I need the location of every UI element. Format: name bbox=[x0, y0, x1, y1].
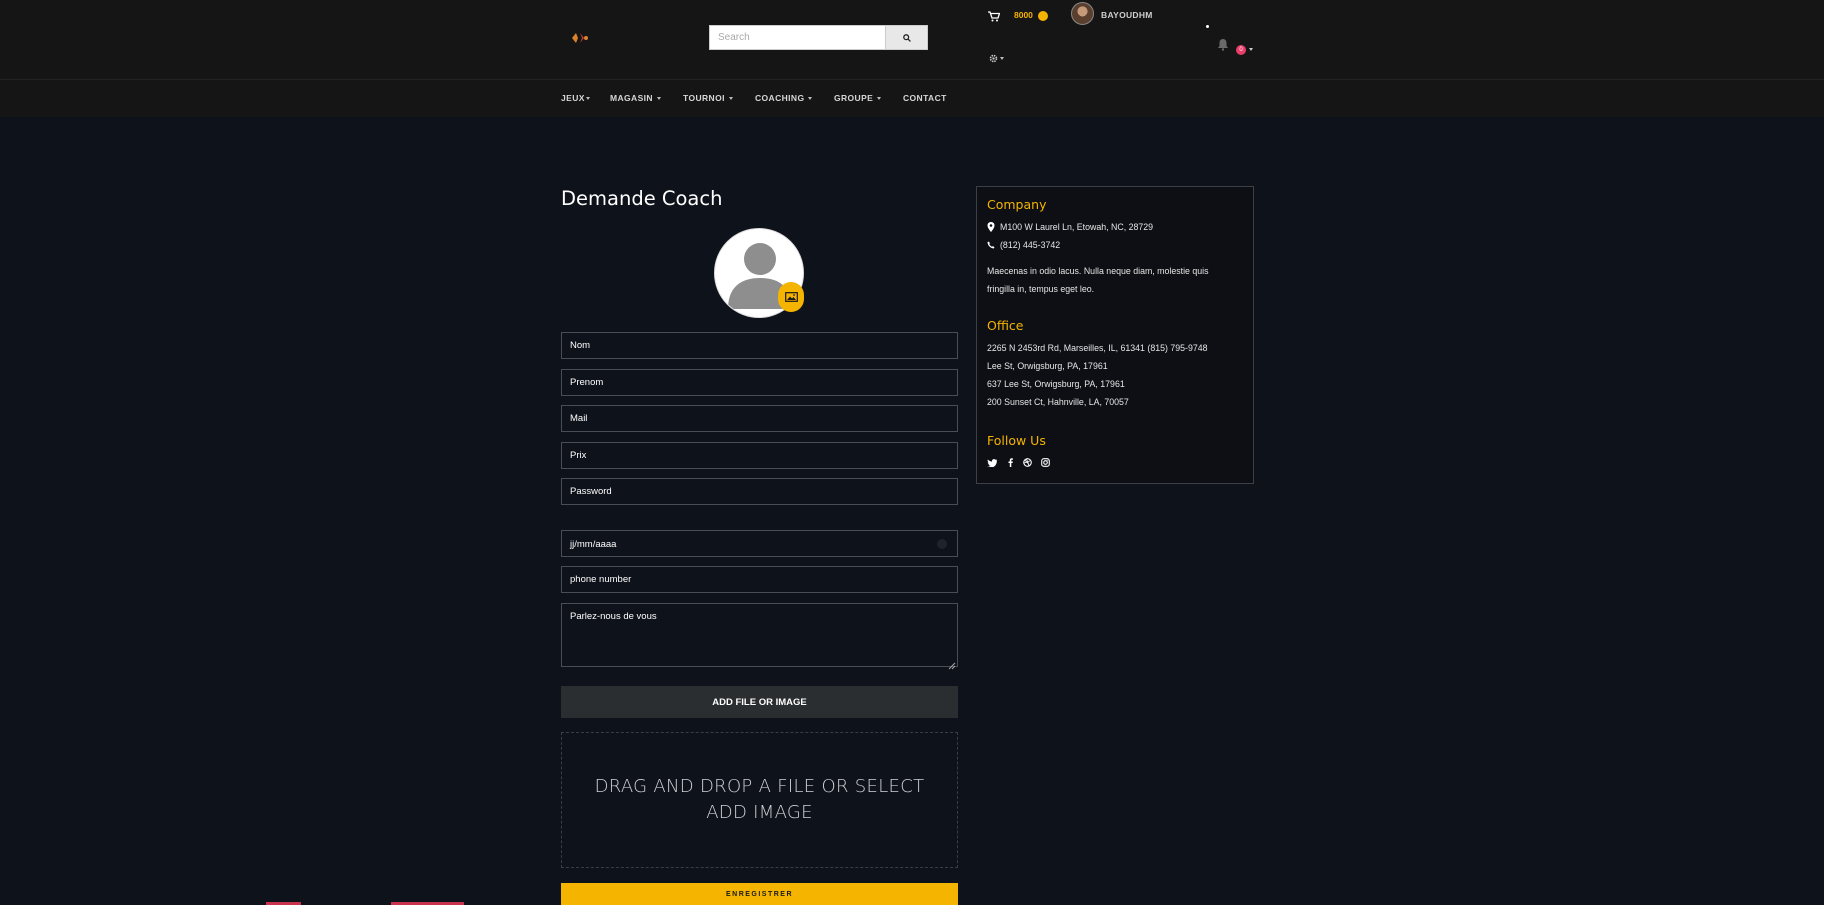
company-phone: (812) 445-3742 bbox=[987, 240, 1060, 250]
chevron-down-icon bbox=[877, 96, 882, 100]
about-textarea[interactable] bbox=[561, 603, 958, 667]
nav-item-label: JEUX bbox=[561, 93, 585, 103]
follow-heading: Follow Us bbox=[987, 433, 1046, 448]
search-button[interactable] bbox=[885, 26, 927, 49]
prix-field[interactable] bbox=[561, 442, 958, 469]
cart-icon[interactable] bbox=[988, 9, 1002, 23]
notification-badge: 0 bbox=[1236, 45, 1246, 55]
instagram-icon[interactable] bbox=[1039, 457, 1051, 468]
chevron-down-icon bbox=[656, 96, 661, 100]
date-field[interactable]: jj/mm/aaaa bbox=[561, 530, 958, 557]
search-input[interactable] bbox=[710, 26, 886, 49]
settings-menu[interactable] bbox=[989, 53, 1005, 63]
company-description: Maecenas in odio lacus. Nulla neque diam… bbox=[987, 266, 1209, 294]
twitter-icon[interactable] bbox=[986, 457, 998, 468]
company-address-text: M100 W Laurel Ln, Etowah, NC, 28729 bbox=[1000, 222, 1154, 232]
search-bar bbox=[709, 25, 928, 50]
map-pin-icon bbox=[987, 222, 995, 232]
office-line: Lee St, Orwigsburg, PA, 17961 bbox=[987, 361, 1108, 371]
nav-item-coaching[interactable]: COACHING bbox=[755, 93, 813, 103]
chevron-down-icon bbox=[1000, 56, 1004, 60]
gear-icon bbox=[989, 54, 998, 62]
save-button[interactable]: ENREGISTRER bbox=[561, 883, 958, 905]
phone-field[interactable] bbox=[561, 566, 958, 593]
chevron-down-icon[interactable] bbox=[1249, 48, 1253, 51]
phone-icon bbox=[987, 241, 995, 249]
office-line: 2265 N 2453rd Rd, Marseilles, IL, 61341 … bbox=[987, 343, 1208, 353]
nav-item-jeux[interactable]: JEUX bbox=[561, 93, 590, 103]
date-field-value: jj/mm/aaaa bbox=[570, 539, 617, 550]
nav-item-label: MAGASIN bbox=[610, 93, 653, 103]
company-address: M100 W Laurel Ln, Etowah, NC, 28729 bbox=[987, 222, 1153, 232]
password-field[interactable] bbox=[561, 478, 958, 505]
nav-item-magasin[interactable]: MAGASIN bbox=[610, 93, 661, 103]
chevron-down-icon bbox=[728, 96, 733, 100]
prenom-field[interactable] bbox=[561, 369, 958, 396]
profile-picture bbox=[714, 228, 804, 318]
office-line: 200 Sunset Ct, Hahnville, LA, 70057 bbox=[987, 397, 1129, 407]
coin-balance: 8000 bbox=[1014, 10, 1033, 20]
username[interactable]: BAYOUDHM bbox=[1101, 10, 1153, 20]
site-logo[interactable] bbox=[570, 31, 590, 45]
dribbble-icon[interactable] bbox=[1021, 457, 1033, 468]
chevron-down-icon bbox=[585, 96, 590, 100]
company-heading: Company bbox=[987, 197, 1047, 212]
nav-item-label: GROUPE bbox=[834, 93, 874, 103]
nav-item-label: CONTACT bbox=[903, 93, 947, 103]
status-dot bbox=[1206, 25, 1209, 28]
nav-item-contact[interactable]: CONTACT bbox=[903, 93, 947, 103]
company-phone-text: (812) 445-3742 bbox=[1000, 240, 1061, 250]
nav-item-label: TOURNOI bbox=[683, 93, 725, 103]
upload-photo-button[interactable] bbox=[778, 282, 804, 312]
chevron-down-icon bbox=[808, 96, 813, 100]
nav-item-label: COACHING bbox=[755, 93, 805, 103]
resize-handle-icon[interactable] bbox=[948, 657, 956, 670]
nom-field[interactable] bbox=[561, 332, 958, 359]
facebook-icon[interactable] bbox=[1004, 457, 1016, 468]
avatar[interactable] bbox=[1071, 2, 1094, 25]
image-icon bbox=[784, 292, 798, 302]
office-line: 637 Lee St, Orwigsburg, PA, 17961 bbox=[987, 379, 1125, 389]
coin-icon bbox=[1038, 11, 1048, 21]
dropzone-text: DRAG AND DROP A FILE OR SELECT ADD IMAGE bbox=[594, 776, 925, 823]
add-file-button[interactable]: ADD FILE OR IMAGE bbox=[561, 686, 958, 718]
nav-item-groupe[interactable]: GROUPE bbox=[834, 93, 882, 103]
page-title: Demande Coach bbox=[561, 187, 723, 210]
office-heading: Office bbox=[987, 318, 1024, 333]
nav-item-tournoi[interactable]: TOURNOI bbox=[683, 93, 733, 103]
mail-field[interactable] bbox=[561, 405, 958, 432]
bell-icon bbox=[1218, 39, 1228, 51]
file-dropzone[interactable]: DRAG AND DROP A FILE OR SELECT ADD IMAGE bbox=[561, 732, 958, 868]
calendar-icon[interactable] bbox=[937, 539, 947, 549]
search-icon bbox=[902, 33, 911, 42]
